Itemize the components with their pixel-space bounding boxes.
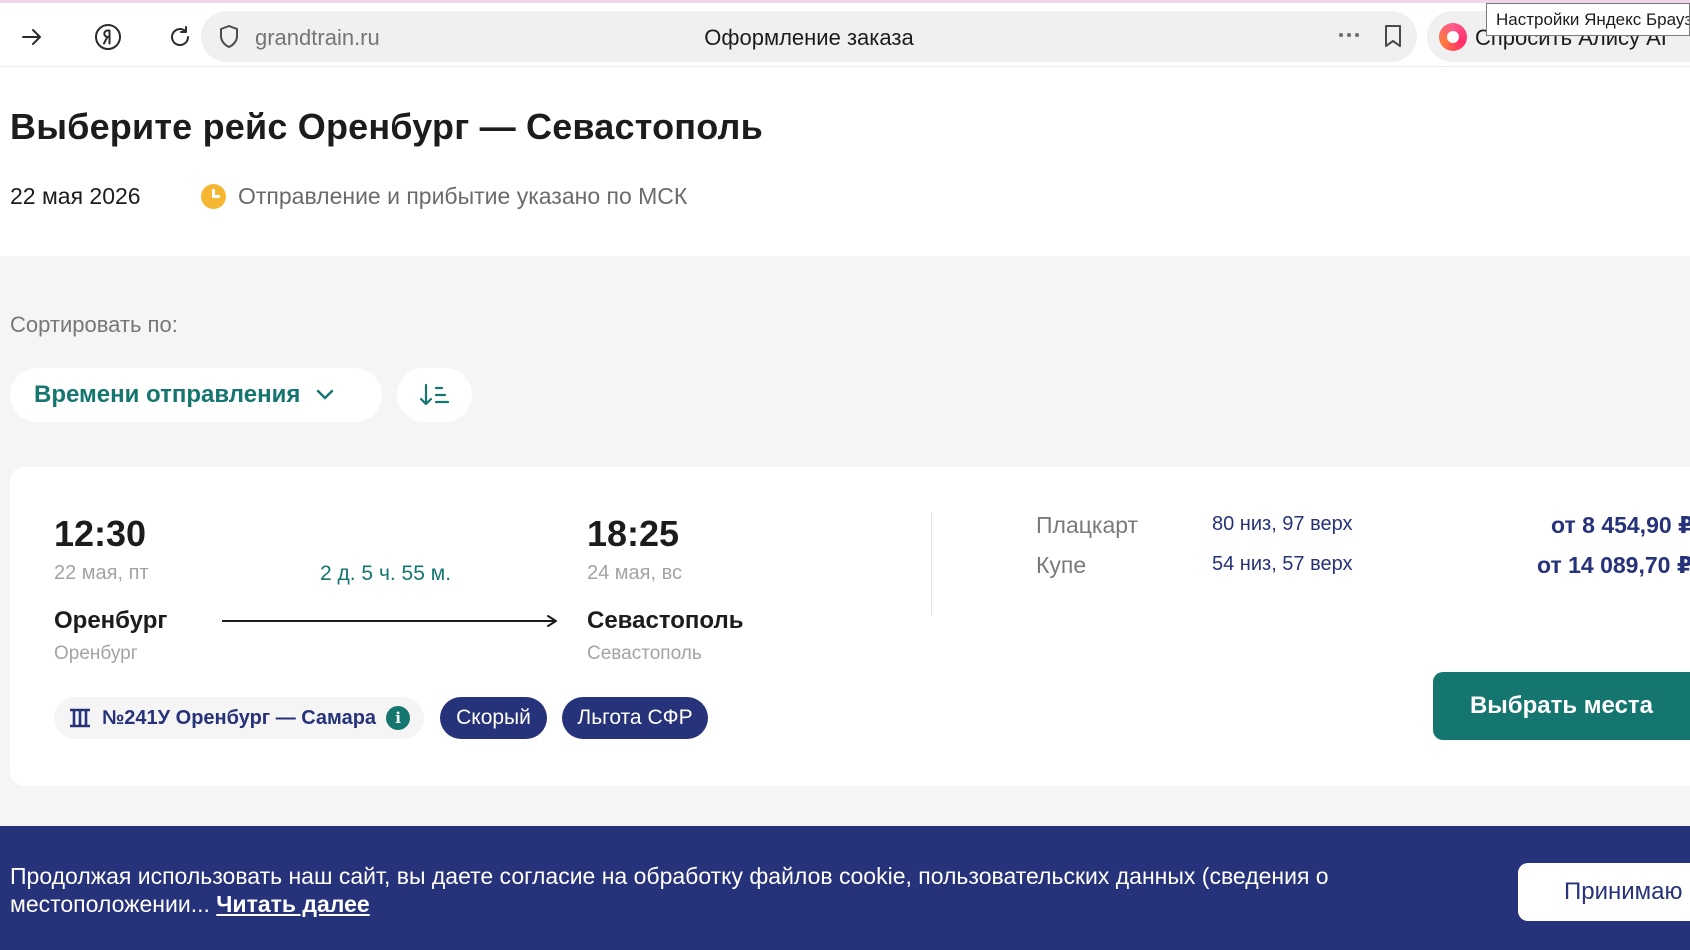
more-icon[interactable] [1334,23,1364,47]
trip-duration: 2 д. 5 ч. 55 м. [320,562,452,585]
sort-select[interactable]: Времени отправления [10,368,382,422]
train-icon [70,708,90,728]
class-seats: 80 низ, 97 верх [1212,513,1353,535]
forward-button[interactable] [12,17,52,57]
yandex-logo-icon [95,24,121,50]
class-seats: 54 низ, 57 верх [1212,553,1353,575]
timezone-note-text: Отправление и прибытие указано по МСК [238,183,688,209]
tag-benefit: Льгота СФР [562,697,708,739]
class-price[interactable]: от 8 454,90 ₽ [1551,512,1690,539]
card-divider [931,512,932,615]
page-title-text: Оформление заказа [704,25,914,50]
arrival-station: Севастополь [587,643,702,664]
class-name: Купе [1036,552,1087,578]
browser-settings-tooltip: Настройки Яндекс Браузера [1486,3,1690,36]
departure-station: Оренбург [54,643,138,664]
arrow-right-icon [22,29,41,45]
departure-date: 22 мая, пт [54,562,149,584]
chevron-down-icon [317,389,334,400]
arrival-time: 18:25 [587,513,680,554]
arrival-date: 24 мая, вс [587,562,683,584]
browser-toolbar: grandtrain.ru Оформление заказа Спросить… [0,3,1690,67]
departure-time: 12:30 [54,513,147,554]
address-bar[interactable]: grandtrain.ru Оформление заказа [201,11,1417,62]
tag-express: Скорый [440,697,547,739]
reload-button[interactable] [160,17,200,57]
train-label: №241У Оренбург — Самара [102,706,377,729]
trip-date: 22 мая 2026 [10,183,141,209]
train-number-badge[interactable]: №241У Оренбург — Самара i [54,697,424,739]
clock-icon [201,184,226,209]
arrival-city: Севастополь [587,607,744,634]
alice-icon [1439,23,1467,51]
page-title: Выберите рейс Оренбург — Севастополь [10,106,763,147]
cookie-message: Продолжая использовать наш сайт, вы дает… [10,863,1329,917]
class-price[interactable]: от 14 089,70 ₽ [1537,552,1690,579]
class-name: Плацкарт [1036,512,1139,538]
sort-label: Сортировать по: [10,312,178,337]
timezone-note: Отправление и прибытие указано по МСК [201,183,687,210]
sort-ascending-icon [419,383,449,406]
read-more-link[interactable]: Читать далее [216,891,369,917]
cookie-text: Продолжая использовать наш сайт, вы дает… [10,862,1450,918]
route-line [222,620,555,622]
bookmark-icon[interactable] [1381,23,1405,49]
departure-city: Оренбург [54,607,168,634]
info-icon[interactable]: i [386,706,411,730]
sort-selected-value: Времени отправления [34,381,301,408]
yandex-button[interactable] [88,17,128,57]
choose-seats-button[interactable]: Выбрать места [1433,672,1690,740]
sort-direction-button[interactable] [397,368,472,422]
arrow-right-icon [547,615,557,627]
accept-cookies-button[interactable]: Принимаю [1518,863,1690,921]
reload-icon [171,26,190,46]
